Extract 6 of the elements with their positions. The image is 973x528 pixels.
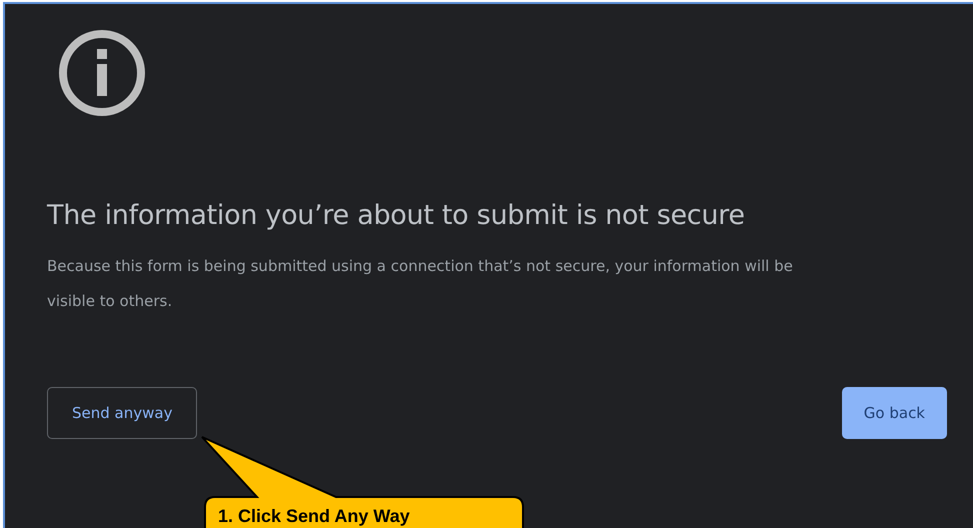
dialog-title: The information you’re about to submit is not secure [47, 200, 746, 231]
go-back-button[interactable]: Go back [842, 387, 947, 439]
callout-text: 1. Click Send Any Way [218, 506, 410, 526]
dialog-message: Because this form is being submitted using a connection that’s not secure, your information will be visible to others. [47, 256, 794, 312]
info-icon [57, 28, 147, 118]
send-anyway-button[interactable]: Send anyway [47, 387, 198, 439]
